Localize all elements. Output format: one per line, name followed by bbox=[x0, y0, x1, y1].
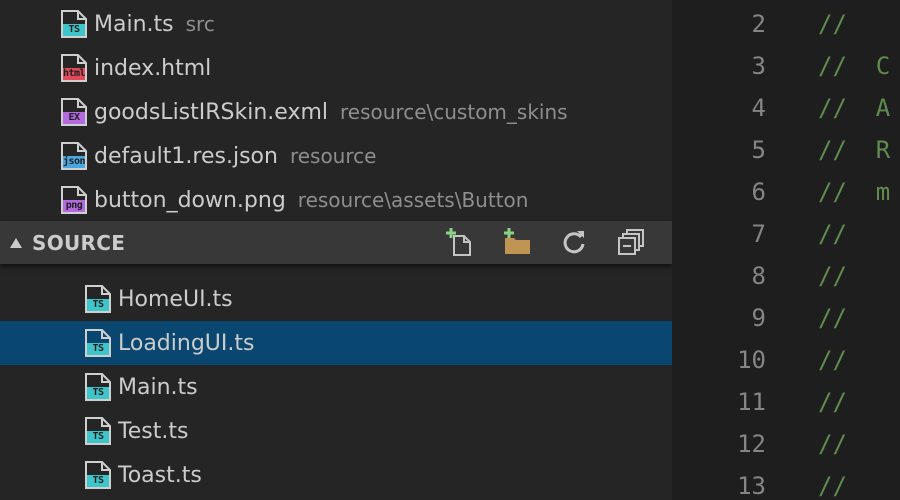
file-name: Main.ts bbox=[118, 374, 198, 400]
file-path: resource\custom_skins bbox=[340, 100, 568, 124]
code-line: 9 // bbox=[672, 298, 900, 340]
file-type-badge: TS bbox=[92, 387, 104, 398]
explorer-sidebar: TS Main.ts src html index.html EX goodsListIRS… bbox=[0, 0, 672, 500]
json-file-icon: json bbox=[60, 141, 88, 171]
line-number: 12 bbox=[737, 430, 766, 458]
code-comment: // bbox=[818, 10, 847, 38]
file-name: default1.res.json bbox=[94, 143, 278, 169]
source-section-header[interactable]: SOURCE bbox=[0, 221, 672, 264]
line-number: 3 bbox=[751, 52, 766, 80]
code-line: 3 // C bbox=[672, 46, 900, 88]
code-line: 11 // bbox=[672, 382, 900, 424]
new-file-icon[interactable] bbox=[445, 227, 475, 257]
png-file-icon: png bbox=[60, 185, 88, 215]
line-number: 9 bbox=[751, 304, 766, 332]
file-path: src bbox=[185, 12, 215, 36]
source-file-item[interactable]: TS Toast.ts bbox=[0, 453, 672, 497]
file-type-badge: TS bbox=[68, 24, 80, 35]
code-line: 10 // bbox=[672, 340, 900, 382]
open-editor-item[interactable]: png button_down.png resource\assets\Button bbox=[0, 178, 672, 222]
ts-file-icon: TS bbox=[84, 372, 112, 402]
file-name: Toast.ts bbox=[118, 462, 202, 488]
file-name: index.html bbox=[94, 55, 212, 81]
file-type-badge: TS bbox=[92, 343, 104, 354]
code-comment: // bbox=[818, 388, 847, 416]
code-line: 7 // bbox=[672, 214, 900, 256]
file-type-badge: png bbox=[65, 200, 83, 211]
code-line: 2 // bbox=[672, 4, 900, 46]
source-file-item[interactable]: TS HomeUI.ts bbox=[0, 277, 672, 321]
file-name: Main.ts bbox=[94, 11, 174, 37]
line-number: 8 bbox=[751, 262, 766, 290]
open-editor-item[interactable]: TS Main.ts src bbox=[0, 2, 672, 46]
refresh-icon[interactable] bbox=[559, 227, 589, 257]
code-comment: // bbox=[818, 346, 847, 374]
file-name: Test.ts bbox=[118, 418, 189, 444]
file-name: button_down.png bbox=[94, 187, 286, 213]
file-path: resource bbox=[289, 144, 377, 168]
line-number: 7 bbox=[751, 220, 766, 248]
code-line: 4 // A bbox=[672, 88, 900, 130]
open-editor-item[interactable]: EX goodsListIRSkin.exml resource\custom_sk… bbox=[0, 90, 672, 134]
file-type-badge: TS bbox=[92, 299, 104, 310]
line-number: 13 bbox=[737, 472, 766, 500]
ts-file-icon: TS bbox=[84, 328, 112, 358]
line-number: 4 bbox=[751, 94, 766, 122]
file-name: HomeUI.ts bbox=[118, 286, 233, 312]
code-line: 12 // bbox=[672, 424, 900, 466]
code-line: 13 // bbox=[672, 466, 900, 500]
file-path: resource\assets\Button bbox=[297, 188, 529, 212]
ts-file-icon: TS bbox=[60, 9, 88, 39]
open-editor-item[interactable]: json default1.res.json resource bbox=[0, 134, 672, 178]
ts-file-icon: TS bbox=[84, 460, 112, 490]
html-file-icon: html bbox=[60, 53, 88, 83]
code-line: 5 // R bbox=[672, 130, 900, 172]
code-editor[interactable]: 2 // 3 // C 4 // A 5 // R 6 // m 7 // 8 // 9 // 10 // 11 //… bbox=[672, 0, 900, 500]
line-number: 10 bbox=[737, 346, 766, 374]
source-file-item[interactable]: TS Main.ts bbox=[0, 365, 672, 409]
ts-file-icon: TS bbox=[84, 416, 112, 446]
file-type-badge: TS bbox=[92, 431, 104, 442]
new-folder-icon[interactable] bbox=[502, 227, 532, 257]
chevron-down-icon[interactable] bbox=[10, 237, 22, 248]
file-name: LoadingUI.ts bbox=[118, 330, 255, 356]
code-comment: // bbox=[818, 472, 847, 500]
exml-file-icon: EX bbox=[60, 97, 88, 127]
file-type-badge: html bbox=[63, 68, 86, 79]
file-name: goodsListIRSkin.exml bbox=[94, 99, 329, 125]
source-file-item[interactable]: TS Test.ts bbox=[0, 409, 672, 453]
file-type-badge: TS bbox=[92, 475, 104, 486]
section-actions bbox=[418, 227, 646, 257]
file-type-badge: EX bbox=[68, 112, 80, 123]
source-file-item[interactable]: TS LoadingUI.ts bbox=[0, 321, 672, 365]
open-editor-item[interactable]: html index.html bbox=[0, 46, 672, 90]
line-number: 5 bbox=[751, 136, 766, 164]
ts-file-icon: TS bbox=[84, 284, 112, 314]
code-comment: // bbox=[818, 262, 847, 290]
code-line: 6 // m bbox=[672, 172, 900, 214]
file-type-badge: json bbox=[63, 156, 86, 167]
code-comment: // bbox=[818, 304, 847, 332]
code-comment: // R bbox=[818, 136, 891, 164]
code-comment: // bbox=[818, 220, 847, 248]
line-number: 11 bbox=[737, 388, 766, 416]
code-comment: // bbox=[818, 430, 847, 458]
code-comment: // m bbox=[818, 178, 891, 206]
collapse-all-icon[interactable] bbox=[616, 227, 646, 257]
code-comment: // C bbox=[818, 52, 891, 80]
code-comment: // A bbox=[818, 94, 891, 122]
line-number: 2 bbox=[751, 10, 766, 38]
code-line: 8 // bbox=[672, 256, 900, 298]
line-number: 6 bbox=[751, 178, 766, 206]
section-title: SOURCE bbox=[32, 230, 126, 255]
